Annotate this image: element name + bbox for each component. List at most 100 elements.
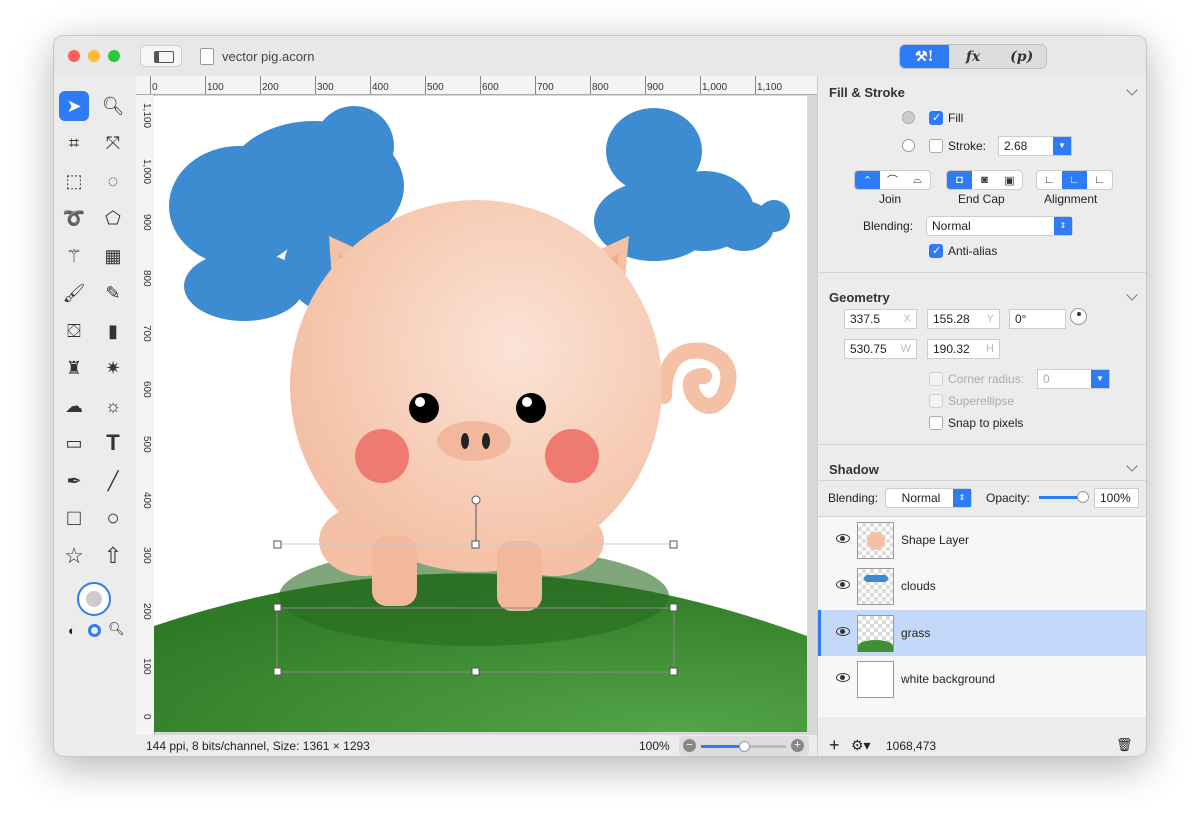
oval-tool-icon[interactable]: ○ — [98, 503, 128, 533]
tab-properties[interactable]: (p) — [997, 45, 1046, 68]
rect-select-icon[interactable]: ⬚ — [59, 166, 89, 196]
color-well[interactable] — [77, 582, 111, 616]
paint-bucket-icon[interactable]: ⛋ — [59, 316, 89, 346]
eraser-icon[interactable]: ▮ — [98, 316, 128, 346]
square-cap-icon[interactable]: ▣ — [997, 171, 1022, 189]
instant-alpha-icon[interactable]: ▦ — [98, 241, 128, 271]
blending-select[interactable]: Normal ⇕ — [926, 216, 1073, 236]
ruler-label: 400 — [141, 491, 152, 509]
corner-radius-field[interactable]: 0 ▼ — [1037, 369, 1110, 389]
ruler-label: 200 — [262, 82, 279, 93]
eye-icon[interactable] — [836, 534, 850, 543]
eye-icon[interactable] — [836, 580, 850, 589]
chevron-down-icon[interactable] — [1126, 289, 1138, 301]
x-field[interactable]: 337.5 X — [844, 309, 917, 329]
rectangle-tool-icon[interactable]: □ — [59, 503, 89, 533]
sun-icon[interactable]: ☼ — [98, 391, 128, 421]
crop-tool-icon[interactable]: ⌗ — [59, 128, 89, 158]
layer-name: clouds — [901, 579, 936, 593]
opacity-field[interactable]: 100% — [1094, 488, 1139, 508]
rotation-dial[interactable] — [1070, 308, 1087, 325]
lasso-icon[interactable]: ➰ — [59, 203, 89, 233]
pencil-icon[interactable]: ✎ — [98, 278, 128, 308]
swap-colors-icon[interactable]: ◐ — [68, 623, 76, 638]
window-title: vector pig.acorn — [222, 49, 315, 64]
line-tool-icon[interactable]: ╱ — [98, 466, 128, 496]
layer-row[interactable]: Shape Layer — [818, 517, 1146, 563]
zoom-in-icon[interactable]: + — [791, 739, 804, 752]
sidebar-toggle-button[interactable] — [140, 45, 182, 67]
tab-effects[interactable]: fx — [949, 45, 998, 68]
pen-tool-icon[interactable]: ✒ — [59, 466, 89, 496]
miter-join-icon[interactable]: ⌃ — [855, 171, 880, 189]
hammer-icon: ⚒! — [914, 48, 934, 65]
add-layer-icon[interactable]: + — [829, 735, 840, 756]
antialias-checkbox[interactable] — [929, 244, 943, 258]
alignment-buttons: ∟ ∟ ∟ — [1036, 170, 1113, 190]
join-buttons: ⌃ ⌒ ⌓ — [854, 170, 931, 190]
butt-cap-icon[interactable]: ◘ — [947, 171, 972, 189]
layer-row[interactable]: white background — [818, 656, 1146, 702]
height-field[interactable]: 190.32 H — [927, 339, 1000, 359]
ruler-label: 0 — [152, 82, 158, 93]
zoom-level: 100% — [639, 739, 670, 753]
magic-wand-icon[interactable]: ⚚ — [59, 241, 89, 271]
polygon-lasso-icon[interactable]: ⬠ — [98, 203, 128, 233]
ruler-label: 0 — [141, 713, 152, 720]
stroke-checkbox[interactable] — [929, 139, 943, 153]
chevron-down-icon[interactable] — [1126, 84, 1138, 96]
align-outside-icon[interactable]: ∟ — [1037, 171, 1062, 189]
close-button[interactable] — [68, 50, 80, 62]
layer-row[interactable]: clouds — [818, 563, 1146, 609]
star-tool-icon[interactable]: ☆ — [59, 541, 89, 571]
tab-tools[interactable]: ⚒! — [900, 45, 949, 68]
cloud-icon[interactable]: ☁︎ — [59, 391, 89, 421]
layer-row[interactable]: grass — [818, 610, 1146, 656]
gradient-icon[interactable]: ▭ — [59, 428, 89, 458]
align-center-icon[interactable]: ∟ — [1062, 171, 1087, 189]
eye-icon[interactable] — [836, 673, 850, 682]
shadow-blending-select[interactable]: Normal ⇕ — [885, 488, 972, 508]
y-field[interactable]: 155.28 Y — [927, 309, 1000, 329]
clone-stamp-icon[interactable]: ♜ — [59, 353, 89, 383]
arrow-shape-icon[interactable]: ⇧ — [98, 541, 128, 571]
zoom-slider[interactable]: − + — [679, 736, 809, 756]
select-tool-arrow-icon[interactable]: ➤ — [59, 91, 89, 121]
eye-icon[interactable] — [836, 627, 850, 636]
angle-field[interactable]: 0° — [1009, 309, 1066, 329]
brush-icon[interactable]: 🖌︎ — [59, 278, 89, 308]
superellipse-checkbox[interactable] — [929, 394, 943, 408]
chevron-down-icon[interactable] — [1126, 460, 1138, 472]
transform-tool-icon[interactable]: ⤧ — [98, 128, 128, 158]
ruler-label: 200 — [141, 602, 152, 620]
zoom-tool-icon[interactable]: 🔍︎ — [98, 91, 128, 121]
text-tool-icon[interactable]: T — [98, 428, 128, 458]
round-join-icon[interactable]: ⌒ — [880, 171, 905, 189]
fill-color-well[interactable] — [902, 111, 915, 124]
canvas-artwork[interactable] — [154, 96, 807, 732]
minimize-button[interactable] — [88, 50, 100, 62]
zoom-out-icon[interactable]: − — [683, 739, 696, 752]
layer-thumbnail — [857, 661, 894, 698]
zoom-button[interactable] — [108, 50, 120, 62]
layers-footer: + ⚙▾ 1068,473 🗑︎ — [818, 734, 1146, 756]
gear-icon[interactable]: ⚙▾ — [851, 737, 871, 754]
eyedropper-icon[interactable]: 🔍︎ — [108, 621, 125, 637]
width-field[interactable]: 530.75 W — [844, 339, 917, 359]
inspector-tabs: ⚒! fx (p) — [899, 44, 1047, 69]
snap-checkbox[interactable] — [929, 416, 943, 430]
stroke-width-field[interactable]: 2.68 ▼ — [998, 136, 1072, 156]
corner-radius-checkbox[interactable] — [929, 372, 943, 386]
round-cap-icon[interactable]: ◙ — [972, 171, 997, 189]
trash-icon[interactable]: 🗑︎ — [1116, 737, 1133, 753]
stroke-color-well[interactable] — [902, 139, 915, 152]
stroke-color-icon[interactable] — [88, 624, 101, 637]
updown-icon: ⇕ — [953, 489, 971, 507]
ellipse-select-icon[interactable]: ◌ — [98, 166, 128, 196]
retouch-icon[interactable]: ✷ — [98, 353, 128, 383]
alignment-label: Alignment — [1044, 192, 1098, 206]
opacity-slider-knob[interactable] — [1077, 491, 1089, 503]
fill-checkbox[interactable] — [929, 111, 943, 125]
bevel-join-icon[interactable]: ⌓ — [905, 171, 930, 189]
align-inside-icon[interactable]: ∟ — [1087, 171, 1112, 189]
